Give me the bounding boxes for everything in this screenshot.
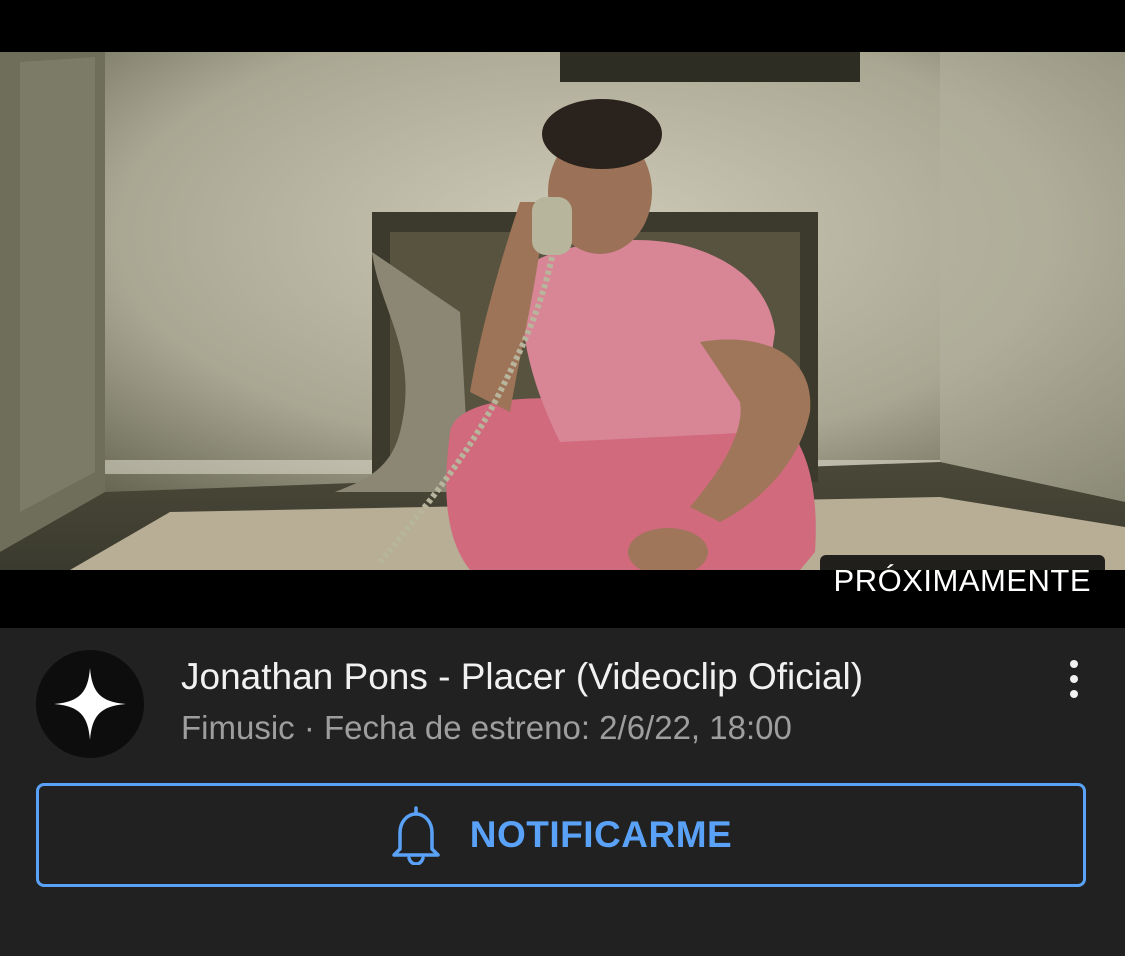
video-title[interactable]: Jonathan Pons - Placer (Videoclip Oficia… (181, 654, 863, 700)
video-meta: Fimusic · Fecha de estreno: 2/6/22, 18:0… (181, 706, 792, 750)
video-player[interactable] (0, 52, 1125, 570)
more-vertical-icon (1070, 660, 1078, 668)
channel-name[interactable]: Fimusic (181, 709, 295, 746)
bell-icon (392, 806, 440, 865)
status-badge: PRÓXIMAMENTE (819, 555, 1105, 607)
notify-me-button[interactable]: NOTIFICARME (36, 783, 1086, 887)
more-options-button[interactable] (1056, 656, 1092, 702)
notify-me-label: NOTIFICARME (469, 814, 733, 855)
channel-avatar[interactable] (36, 650, 144, 758)
meta-separator: · (294, 709, 324, 746)
video-thumbnail (0, 52, 1125, 570)
sparkle-star-icon (54, 668, 126, 740)
top-black-bar (0, 0, 1125, 52)
premiere-date: Fecha de estreno: 2/6/22, 18:00 (324, 709, 792, 746)
